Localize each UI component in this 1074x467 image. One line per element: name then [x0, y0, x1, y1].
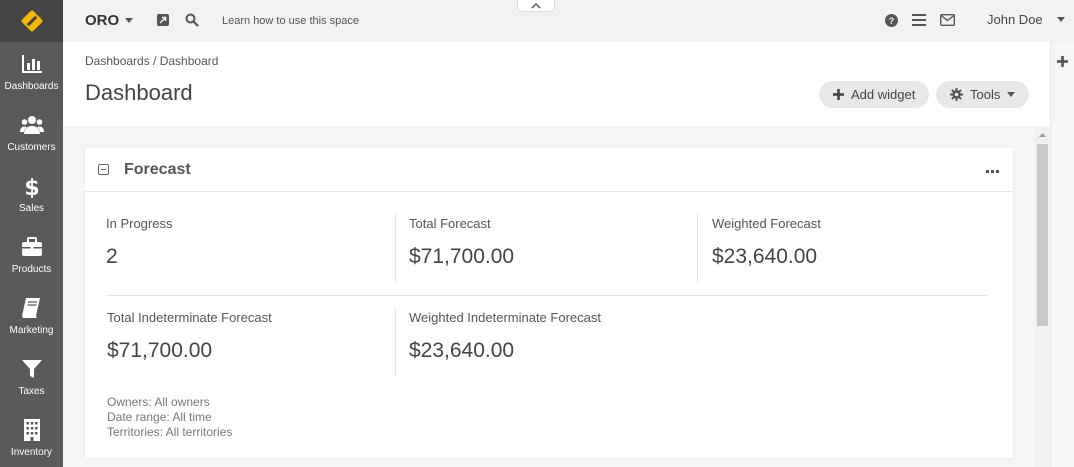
sidebar-right-panel: [1050, 42, 1074, 467]
collapse-widget-icon[interactable]: [98, 164, 109, 175]
filter-date-range: Date range: All time: [107, 410, 212, 424]
widget-header: Forecast: [85, 148, 1013, 192]
user-name: John Doe: [987, 12, 1043, 27]
sidebar-item-label: Inventory: [10, 447, 53, 458]
sidebar-item-label: Sales: [18, 203, 44, 214]
search-icon[interactable]: [184, 12, 200, 28]
sidebar-item-taxes[interactable]: Taxes: [0, 347, 63, 408]
plus-icon[interactable]: [1057, 56, 1068, 67]
sidebar-item-inventory[interactable]: Inventory: [0, 408, 63, 467]
add-widget-label: Add widget: [851, 87, 916, 102]
metric-label: Weighted Indeterminate Forecast: [409, 310, 601, 325]
sidebar-item-label: Dashboards: [4, 81, 59, 92]
help-icon[interactable]: ?: [883, 12, 899, 28]
sidebar-item-sales[interactable]: $ Sales: [0, 164, 63, 225]
divider: [395, 214, 396, 282]
chevron-up-icon: [531, 2, 541, 8]
metric-total-forecast: Total Forecast $71,700.00: [409, 216, 514, 269]
filter-icon: [21, 360, 42, 378]
widget-title: Forecast: [124, 161, 191, 178]
tools-button[interactable]: Tools: [936, 81, 1030, 108]
metric-value: 2: [106, 245, 118, 268]
main-sidebar: Dashboards Customers $ Sales Products Ma…: [0, 0, 63, 467]
brand-name: ORO: [85, 12, 120, 29]
plus-icon: [833, 89, 844, 100]
ellipsis-icon: [986, 170, 999, 173]
oro-logo[interactable]: [0, 0, 63, 42]
chevron-down-icon: [125, 18, 134, 23]
metric-weighted-forecast: Weighted Forecast $23,640.00: [712, 216, 821, 269]
metric-label: Weighted Forecast: [712, 216, 821, 231]
svg-text:$: $: [24, 176, 39, 198]
building-icon: [23, 419, 40, 441]
organization-switcher[interactable]: ORO: [85, 12, 134, 29]
metric-label: Total Forecast: [409, 216, 491, 231]
learn-link[interactable]: Learn how to use this space: [222, 15, 359, 27]
sidebar-item-label: Taxes: [18, 386, 45, 397]
chevron-down-icon: [1007, 92, 1016, 97]
sidebar-item-label: Products: [11, 264, 52, 275]
dollar-icon: $: [24, 176, 39, 198]
tools-label: Tools: [970, 87, 1001, 102]
sidebar-item-label: Marketing: [9, 325, 54, 336]
divider: [697, 214, 698, 282]
sidebar-item-label: Customers: [7, 142, 56, 153]
svg-text:?: ?: [888, 16, 894, 26]
metric-weighted-indeterminate-forecast: Weighted Indeterminate Forecast $23,640.…: [409, 310, 601, 363]
sidebar-item-customers[interactable]: Customers: [0, 103, 63, 164]
metric-value: $23,640.00: [712, 245, 818, 268]
forecast-widget: Forecast In Progress 2 Total Forecast $7…: [85, 148, 1013, 458]
add-widget-button[interactable]: Add widget: [819, 81, 930, 108]
briefcase-icon: [21, 237, 42, 256]
scrollbar-thumb[interactable]: [1037, 144, 1048, 326]
divider: [106, 295, 987, 296]
page-header: Dashboards / Dashboard Dashboard Add wid…: [63, 42, 1050, 126]
user-menu[interactable]: John Doe: [987, 12, 1065, 27]
book-icon: [21, 298, 40, 318]
widget-actions-menu[interactable]: [986, 161, 999, 177]
sidebar-item-marketing[interactable]: Marketing: [0, 286, 63, 347]
vertical-scrollbar[interactable]: [1035, 128, 1050, 467]
metric-value: $23,640.00: [409, 339, 515, 362]
page-title: Dashboard: [85, 80, 193, 105]
metric-label: Total Indeterminate Forecast: [107, 310, 272, 325]
bar-chart-icon: [21, 55, 42, 73]
users-icon: [19, 116, 44, 134]
filter-territories: Territories: All territories: [107, 425, 233, 439]
top-bar: ORO Learn how to use this space ? John D…: [63, 0, 1074, 42]
breadcrumb: Dashboards / Dashboard: [85, 54, 219, 68]
sidebar-item-products[interactable]: Products: [0, 225, 63, 286]
menu-list-icon[interactable]: [911, 12, 927, 28]
mail-icon[interactable]: [939, 12, 955, 28]
widget-filters: Owners: All owners Date range: All time …: [107, 395, 232, 440]
metric-label: In Progress: [106, 216, 173, 231]
metric-value: $71,700.00: [107, 339, 213, 362]
metric-total-indeterminate-forecast: Total Indeterminate Forecast $71,700.00: [107, 310, 272, 363]
collapse-header-toggle[interactable]: [517, 0, 555, 12]
metric-in-progress: In Progress 2: [106, 216, 172, 269]
sidebar-item-dashboards[interactable]: Dashboards: [0, 42, 63, 103]
chevron-down-icon: [1056, 17, 1065, 22]
pin-page-icon[interactable]: [155, 12, 171, 28]
metric-value: $71,700.00: [409, 245, 515, 268]
gear-icon: [950, 88, 963, 101]
oro-logo-icon: [21, 10, 42, 32]
filter-owners: Owners: All owners: [107, 395, 210, 409]
divider: [395, 308, 396, 376]
scroll-up-arrow-icon[interactable]: [1035, 130, 1050, 140]
